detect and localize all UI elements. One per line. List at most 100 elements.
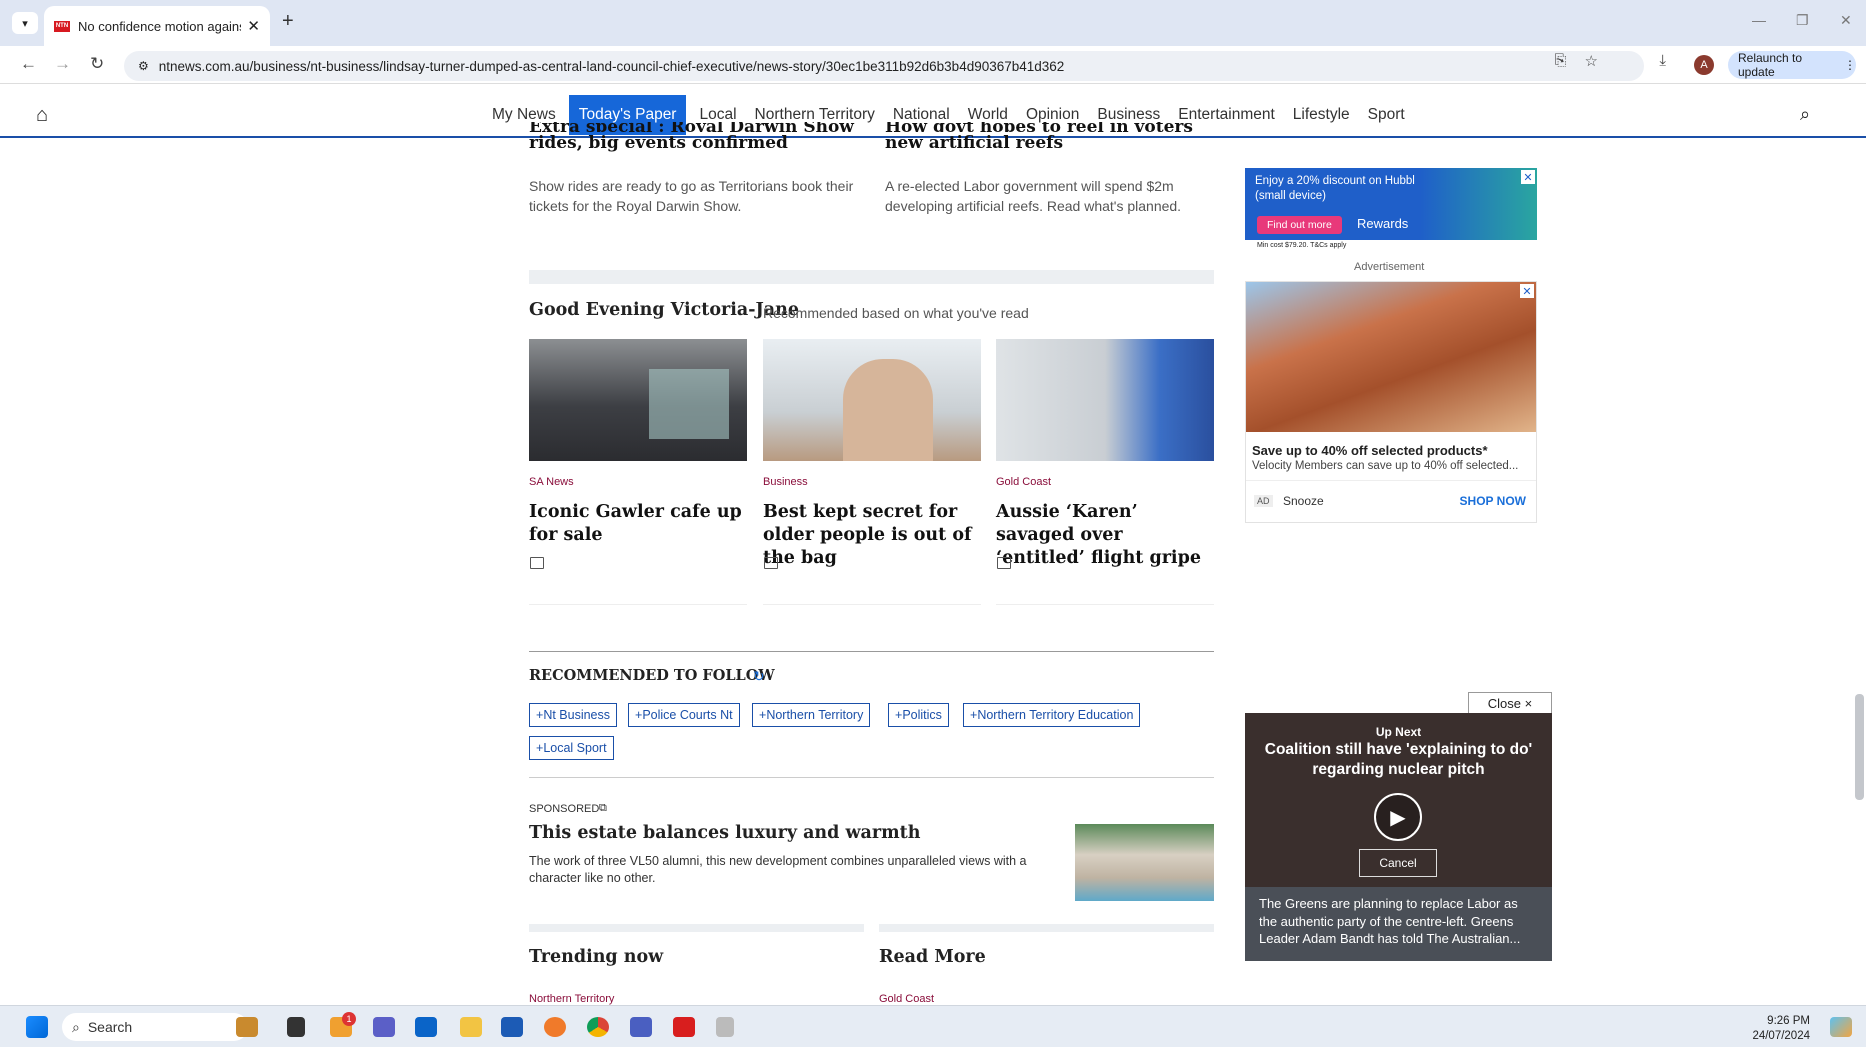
card-image-flight[interactable] [996,339,1214,461]
back-arrow-icon[interactable]: ← [20,54,37,74]
clock[interactable]: 9:26 PM 24/07/2024 [1748,1014,1810,1044]
tab-search-button[interactable]: ▾ [12,12,38,34]
video-summary: The Greens are planning to replace Labor… [1245,887,1552,961]
card-divider [763,604,981,605]
card-title-secret[interactable]: Best kept secret for older people is out… [763,501,981,570]
page-scrollbar-thumb[interactable] [1855,694,1864,800]
rewards-label: Rewards [1357,216,1409,231]
video-player[interactable]: Up Next Coalition still have 'explaining… [1245,713,1552,961]
new-tab-icon[interactable]: + [282,10,294,33]
video-close-button[interactable]: Close × [1468,692,1552,714]
url-text: ntnews.com.au/business/nt-business/linds… [158,58,1065,74]
follow-chip-nt-education[interactable]: + Northern Territory Education [963,703,1141,727]
site-info-icon[interactable]: ⚙ [138,59,149,73]
follow-chip-northern-territory[interactable]: + Northern Territory [752,703,871,727]
nav-lifestyle[interactable]: Lifestyle [1284,106,1359,124]
browser-tab[interactable]: NTN No confidence motion against ✕ [44,6,270,46]
browser-tab-bar: ▾ NTN No confidence motion against ✕ + —… [0,0,1866,46]
kebab-menu-icon[interactable]: ⋮ [1844,58,1856,72]
forward-arrow-icon[interactable]: → [54,54,71,74]
comment-icon[interactable] [530,557,544,569]
sponsored-title[interactable]: This estate balances luxury and warmth [529,823,920,843]
restore-icon[interactable]: ❐ [1796,12,1809,29]
follow-heading: RECOMMENDED TO FOLLOW [529,667,775,684]
search-icon: ⌕ [72,1018,80,1035]
url-bar[interactable]: ⚙ ntnews.com.au/business/nt-business/lin… [124,51,1644,81]
word-icon[interactable] [501,1017,523,1037]
reload-icon[interactable]: ↻ [90,54,104,74]
acrobat-icon[interactable] [673,1017,695,1037]
minimize-icon[interactable]: — [1752,12,1766,28]
trending-category[interactable]: Northern Territory [529,993,614,1005]
story-royal-darwin-show[interactable]: Extra special : Royal Darwin Show rides,… [529,122,869,172]
card-image-couple[interactable] [763,339,981,461]
read-more-heading: Read More [879,947,986,967]
download-icon[interactable]: ⤓ [1659,52,1666,69]
nav-sport[interactable]: Sport [1359,106,1414,124]
file-explorer-icon[interactable] [460,1017,482,1037]
search-icon[interactable]: ⌕ [1800,104,1810,125]
card-title-karen[interactable]: Aussie ‘Karen’ savaged over ‘entitled’ f… [996,501,1214,570]
play-icon[interactable]: ▶ [1374,793,1422,841]
card-category[interactable]: Business [763,476,808,488]
divider-bar [529,270,1214,284]
card-title-gawler-cafe[interactable]: Iconic Gawler cafe up for sale [529,501,747,547]
sponsored-label: SPONSORED [529,803,600,815]
teams-icon[interactable] [373,1017,395,1037]
relaunch-button[interactable]: Relaunch to update ⋮ [1728,51,1856,79]
recommended-subtitle: Recommended based on what you've read [763,305,1029,321]
comment-icon[interactable] [997,557,1011,569]
follow-chip-police-courts[interactable]: + Police Courts Nt [628,703,740,727]
briefcase-icon[interactable] [236,1017,258,1037]
card-category[interactable]: Gold Coast [996,476,1051,488]
chevron-down-icon: ▾ [22,17,28,30]
external-link-icon: ⧉ [599,802,607,814]
card-divider [529,604,747,605]
notification-badge: 1 [342,1012,356,1026]
divider-bar [879,924,1214,932]
section-rule [529,651,1214,652]
read-more-category[interactable]: Gold Coast [879,993,934,1005]
refresh-icon[interactable]: ↻ [753,668,765,685]
home-icon[interactable]: ⌂ [36,104,48,127]
find-out-more-button[interactable]: Find out more [1257,216,1342,234]
sponsored-image[interactable] [1075,824,1214,901]
trending-heading: Trending now [529,947,664,967]
bookmark-star-icon[interactable]: ☆ [1585,52,1598,70]
hubbl-fine-print: Min cost $79.20. T&Cs apply [1257,242,1347,249]
outlook-icon[interactable] [415,1017,437,1037]
windows-start-icon[interactable] [26,1016,48,1038]
follow-chip-politics[interactable]: + Politics [888,703,949,727]
comment-icon[interactable] [764,557,778,569]
profile-avatar[interactable]: A [1694,55,1714,75]
copilot-icon[interactable] [1830,1017,1852,1037]
tab-title: No confidence motion against [78,18,242,34]
advertiser-name: Snooze [1283,494,1324,508]
ad-close-icon[interactable]: ✕ [1521,170,1535,184]
divider-bar [529,924,864,932]
greeting-heading: Good Evening Victoria-Jane [529,300,799,320]
swirl-app-icon[interactable] [544,1017,566,1037]
chrome-icon[interactable] [587,1017,609,1037]
card-image-cafe[interactable] [529,339,747,461]
follow-chip-local-sport[interactable]: + Local Sport [529,736,614,760]
close-tab-icon[interactable]: ✕ [247,17,260,35]
window-close-icon[interactable]: ✕ [1840,12,1852,29]
card-category[interactable]: SA News [529,476,574,488]
windows-taskbar: ⌕ Search 1 9:26 PM 24/07/2024 [0,1005,1866,1047]
task-view-icon[interactable] [287,1017,305,1037]
follow-chip-nt-business[interactable]: + Nt Business [529,703,618,727]
shop-now-button[interactable]: SHOP NOW [1460,494,1526,508]
teams-classic-icon[interactable] [630,1017,652,1037]
toolbar-actions: ⤓ [1659,52,1666,69]
install-app-icon[interactable]: ⎘ [1555,52,1567,70]
ad-close-icon[interactable]: ✕ [1520,284,1534,298]
section-rule [529,777,1214,778]
story-artificial-reefs[interactable]: How govt hopes to reel in voters with ne… [885,122,1225,172]
ntnews-favicon-icon: NTN [54,20,70,32]
cancel-button[interactable]: Cancel [1359,849,1437,877]
taskbar-search[interactable]: ⌕ Search [62,1013,248,1041]
snipping-icon[interactable] [716,1017,734,1037]
hubbl-ad[interactable]: Enjoy a 20% discount on Hubbl (small dev… [1245,168,1537,240]
velocity-ad[interactable]: ✕ Save up to 40% off selected products* … [1245,281,1537,523]
